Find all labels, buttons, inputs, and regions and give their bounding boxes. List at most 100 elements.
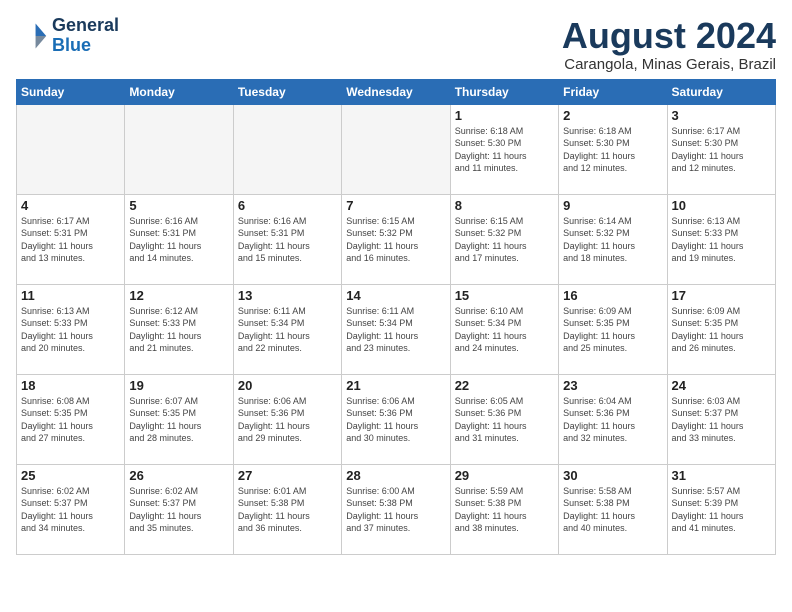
day-number: 23 <box>563 378 662 393</box>
weekday-header: Sunday <box>17 79 125 104</box>
calendar-day-cell: 3Sunrise: 6:17 AM Sunset: 5:30 PM Daylig… <box>667 104 775 194</box>
day-info: Sunrise: 6:06 AM Sunset: 5:36 PM Dayligh… <box>346 395 445 445</box>
calendar-day-cell: 8 Sunrise: 6:15 AM Sunset: 5:32 PM Daylig… <box>450 194 558 284</box>
calendar-day-cell: 10 Sunrise: 6:13 AM Sunset: 5:33 PM Dayli… <box>667 194 775 284</box>
day-number: 16 <box>563 288 662 303</box>
calendar-day-cell: 16 Sunrise: 6:09 AM Sunset: 5:35 PM Dayli… <box>559 284 667 374</box>
calendar-day-cell: 14 Sunrise: 6:11 AM Sunset: 5:34 PM Dayli… <box>342 284 450 374</box>
calendar-day-cell: 11 Sunrise: 6:13 AM Sunset: 5:33 PM Dayli… <box>17 284 125 374</box>
weekday-header: Friday <box>559 79 667 104</box>
calendar-day-cell: 4Sunrise: 6:17 AM Sunset: 5:31 PM Daylig… <box>17 194 125 284</box>
day-number: 13 <box>238 288 337 303</box>
day-number: 14 <box>346 288 445 303</box>
weekday-header: Tuesday <box>233 79 341 104</box>
day-info: Sunrise: 6:02 AM Sunset: 5:37 PM Dayligh… <box>21 485 120 535</box>
day-info: Sunrise: 6:10 AM Sunset: 5:34 PM Dayligh… <box>455 305 554 355</box>
day-info: Sunrise: 6:12 AM Sunset: 5:33 PM Dayligh… <box>129 305 228 355</box>
day-info: Sunrise: 6:11 AM Sunset: 5:34 PM Dayligh… <box>238 305 337 355</box>
day-number: 26 <box>129 468 228 483</box>
weekday-header: Monday <box>125 79 233 104</box>
day-number: 15 <box>455 288 554 303</box>
day-info: Sunrise: 6:02 AM Sunset: 5:37 PM Dayligh… <box>129 485 228 535</box>
day-number: 24 <box>672 378 771 393</box>
logo-text: General Blue <box>52 16 119 56</box>
calendar-day-cell <box>342 104 450 194</box>
calendar-day-cell: 27 Sunrise: 6:01 AM Sunset: 5:38 PM Dayli… <box>233 464 341 554</box>
weekday-header: Wednesday <box>342 79 450 104</box>
calendar-day-cell: 15 Sunrise: 6:10 AM Sunset: 5:34 PM Dayli… <box>450 284 558 374</box>
day-number: 27 <box>238 468 337 483</box>
day-number: 22 <box>455 378 554 393</box>
calendar-day-cell: 1 Sunrise: 6:18 AM Sunset: 5:30 PM Daylig… <box>450 104 558 194</box>
day-info: Sunrise: 6:04 AM Sunset: 5:36 PM Dayligh… <box>563 395 662 445</box>
day-info: Sunrise: 6:01 AM Sunset: 5:38 PM Dayligh… <box>238 485 337 535</box>
day-info: Sunrise: 5:58 AM Sunset: 5:38 PM Dayligh… <box>563 485 662 535</box>
day-number: 2 <box>563 108 662 123</box>
day-info: Sunrise: 6:17 AM Sunset: 5:30 PM Dayligh… <box>672 125 771 175</box>
calendar-week-row: 1 Sunrise: 6:18 AM Sunset: 5:30 PM Daylig… <box>17 104 776 194</box>
day-info: Sunrise: 6:07 AM Sunset: 5:35 PM Dayligh… <box>129 395 228 445</box>
day-number: 10 <box>672 198 771 213</box>
day-info: Sunrise: 6:14 AM Sunset: 5:32 PM Dayligh… <box>563 215 662 265</box>
calendar-day-cell <box>125 104 233 194</box>
calendar-day-cell: 31Sunrise: 5:57 AM Sunset: 5:39 PM Dayli… <box>667 464 775 554</box>
weekday-header-row: SundayMondayTuesdayWednesdayThursdayFrid… <box>17 79 776 104</box>
calendar-day-cell: 24Sunrise: 6:03 AM Sunset: 5:37 PM Dayli… <box>667 374 775 464</box>
day-number: 9 <box>563 198 662 213</box>
day-info: Sunrise: 6:09 AM Sunset: 5:35 PM Dayligh… <box>563 305 662 355</box>
day-info: Sunrise: 6:16 AM Sunset: 5:31 PM Dayligh… <box>129 215 228 265</box>
day-number: 7 <box>346 198 445 213</box>
calendar-day-cell: 7Sunrise: 6:15 AM Sunset: 5:32 PM Daylig… <box>342 194 450 284</box>
day-number: 31 <box>672 468 771 483</box>
weekday-header: Saturday <box>667 79 775 104</box>
month-title: August 2024 <box>562 16 776 56</box>
day-number: 20 <box>238 378 337 393</box>
calendar-day-cell: 6 Sunrise: 6:16 AM Sunset: 5:31 PM Daylig… <box>233 194 341 284</box>
day-info: Sunrise: 6:06 AM Sunset: 5:36 PM Dayligh… <box>238 395 337 445</box>
day-number: 1 <box>455 108 554 123</box>
calendar-day-cell: 28Sunrise: 6:00 AM Sunset: 5:38 PM Dayli… <box>342 464 450 554</box>
day-info: Sunrise: 6:08 AM Sunset: 5:35 PM Dayligh… <box>21 395 120 445</box>
day-info: Sunrise: 6:13 AM Sunset: 5:33 PM Dayligh… <box>672 215 771 265</box>
calendar-day-cell: 25 Sunrise: 6:02 AM Sunset: 5:37 PM Dayli… <box>17 464 125 554</box>
day-info: Sunrise: 6:18 AM Sunset: 5:30 PM Dayligh… <box>563 125 662 175</box>
day-info: Sunrise: 6:11 AM Sunset: 5:34 PM Dayligh… <box>346 305 445 355</box>
calendar-day-cell <box>233 104 341 194</box>
calendar-day-cell: 9 Sunrise: 6:14 AM Sunset: 5:32 PM Daylig… <box>559 194 667 284</box>
calendar-week-row: 18Sunrise: 6:08 AM Sunset: 5:35 PM Dayli… <box>17 374 776 464</box>
calendar-day-cell: 30 Sunrise: 5:58 AM Sunset: 5:38 PM Dayli… <box>559 464 667 554</box>
calendar-day-cell: 26 Sunrise: 6:02 AM Sunset: 5:37 PM Dayli… <box>125 464 233 554</box>
calendar-day-cell: 5Sunrise: 6:16 AM Sunset: 5:31 PM Daylig… <box>125 194 233 284</box>
day-info: Sunrise: 6:15 AM Sunset: 5:32 PM Dayligh… <box>455 215 554 265</box>
day-number: 25 <box>21 468 120 483</box>
logo-icon <box>16 20 48 52</box>
calendar-day-cell: 20 Sunrise: 6:06 AM Sunset: 5:36 PM Dayli… <box>233 374 341 464</box>
day-number: 11 <box>21 288 120 303</box>
calendar-day-cell: 12 Sunrise: 6:12 AM Sunset: 5:33 PM Dayli… <box>125 284 233 374</box>
calendar-day-cell: 18Sunrise: 6:08 AM Sunset: 5:35 PM Dayli… <box>17 374 125 464</box>
day-info: Sunrise: 6:18 AM Sunset: 5:30 PM Dayligh… <box>455 125 554 175</box>
calendar-week-row: 25 Sunrise: 6:02 AM Sunset: 5:37 PM Dayli… <box>17 464 776 554</box>
day-info: Sunrise: 6:17 AM Sunset: 5:31 PM Dayligh… <box>21 215 120 265</box>
day-info: Sunrise: 6:13 AM Sunset: 5:33 PM Dayligh… <box>21 305 120 355</box>
day-number: 29 <box>455 468 554 483</box>
day-info: Sunrise: 6:16 AM Sunset: 5:31 PM Dayligh… <box>238 215 337 265</box>
calendar-day-cell: 2 Sunrise: 6:18 AM Sunset: 5:30 PM Daylig… <box>559 104 667 194</box>
location-subtitle: Carangola, Minas Gerais, Brazil <box>562 56 776 73</box>
weekday-header: Thursday <box>450 79 558 104</box>
calendar-table: SundayMondayTuesdayWednesdayThursdayFrid… <box>16 79 776 555</box>
calendar-day-cell: 13 Sunrise: 6:11 AM Sunset: 5:34 PM Dayli… <box>233 284 341 374</box>
calendar-day-cell: 29Sunrise: 5:59 AM Sunset: 5:38 PM Dayli… <box>450 464 558 554</box>
calendar-day-cell: 19 Sunrise: 6:07 AM Sunset: 5:35 PM Dayli… <box>125 374 233 464</box>
day-number: 8 <box>455 198 554 213</box>
calendar-day-cell: 21Sunrise: 6:06 AM Sunset: 5:36 PM Dayli… <box>342 374 450 464</box>
day-info: Sunrise: 6:00 AM Sunset: 5:38 PM Dayligh… <box>346 485 445 535</box>
day-number: 19 <box>129 378 228 393</box>
day-number: 30 <box>563 468 662 483</box>
day-number: 12 <box>129 288 228 303</box>
day-number: 6 <box>238 198 337 213</box>
title-block: August 2024 Carangola, Minas Gerais, Bra… <box>562 16 776 73</box>
calendar-day-cell: 22Sunrise: 6:05 AM Sunset: 5:36 PM Dayli… <box>450 374 558 464</box>
calendar-day-cell: 23 Sunrise: 6:04 AM Sunset: 5:36 PM Dayli… <box>559 374 667 464</box>
page-header: General Blue August 2024 Carangola, Mina… <box>16 16 776 73</box>
